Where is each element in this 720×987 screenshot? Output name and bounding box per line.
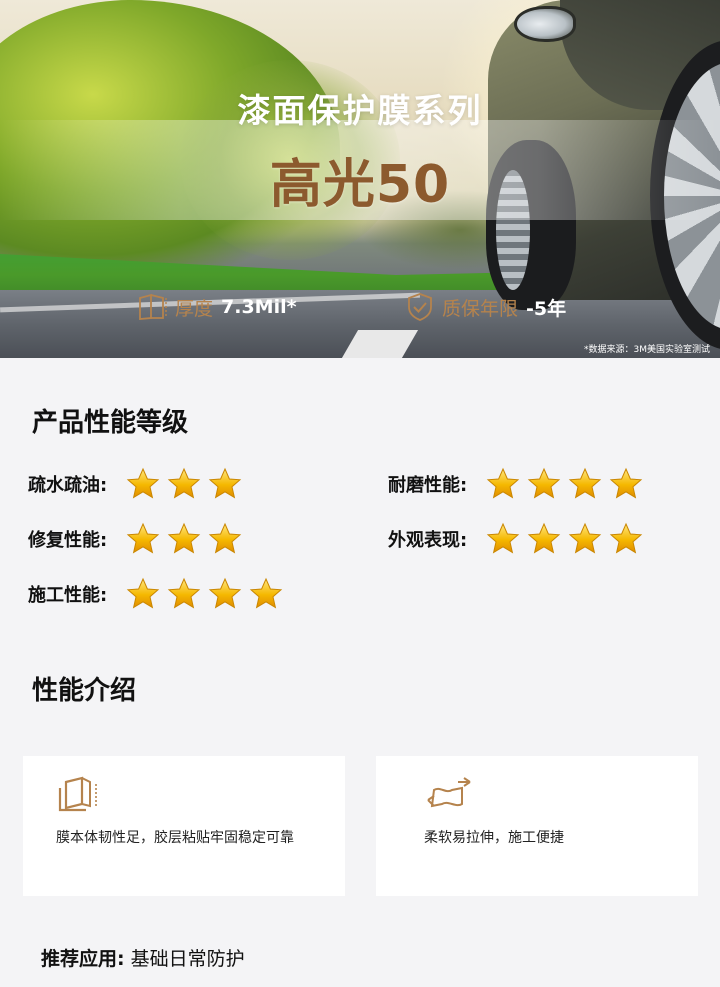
- rating-row: 修复性能:: [28, 522, 249, 556]
- star-icon: [126, 522, 160, 554]
- rating-row: 耐磨性能:: [388, 467, 650, 501]
- star-rating: [486, 522, 650, 556]
- rating-label: 修复性能:: [28, 530, 108, 551]
- star-icon: [609, 467, 643, 499]
- star-icon: [249, 577, 283, 609]
- star-icon: [126, 577, 160, 609]
- star-icon: [568, 467, 602, 499]
- star-icon: [486, 522, 520, 554]
- star-icon: [568, 522, 602, 554]
- feature-text: 柔软易拉伸，施工便捷: [424, 830, 564, 846]
- star-icon: [486, 467, 520, 499]
- warranty-spec: 质保年限 -5年: [404, 292, 566, 322]
- rating-label: 施工性能:: [28, 585, 108, 606]
- star-icon: [208, 577, 242, 609]
- star-icon: [126, 467, 160, 499]
- rating-row: 外观表现:: [388, 522, 650, 556]
- stretch-film-icon: [427, 777, 471, 808]
- star-icon: [167, 467, 201, 499]
- star-rating: [126, 522, 249, 556]
- thickness-spec: 厚度 7.3Mil*: [137, 292, 297, 322]
- star-icon: [527, 522, 561, 554]
- recommend-label: 推荐应用:: [41, 948, 125, 970]
- star-rating: [126, 467, 249, 501]
- source-note: *数据来源：3M美国实验室测试: [584, 345, 710, 355]
- star-icon: [208, 467, 242, 499]
- hero-banner: 漆面保护膜系列 高光50 厚度 7.3Mil* 质保年限 -5年 *数据来源：3…: [0, 0, 720, 358]
- recommended-application: 推荐应用: 基础日常防护: [41, 944, 245, 971]
- feature-card: 膜本体韧性足，胶层粘贴牢固稳定可靠: [23, 756, 345, 896]
- feature-text: 膜本体韧性足，胶层粘贴牢固稳定可靠: [56, 830, 294, 846]
- shield-check-icon: [408, 293, 432, 321]
- star-icon: [527, 467, 561, 499]
- thickness-value: 7.3Mil*: [221, 296, 297, 318]
- rating-row: 施工性能:: [28, 577, 290, 611]
- hero-title: 漆面保护膜系列: [237, 91, 483, 130]
- star-rating: [486, 467, 650, 501]
- star-icon: [167, 522, 201, 554]
- rating-label: 耐磨性能:: [388, 475, 468, 496]
- rating-row: 疏水疏油:: [28, 467, 249, 501]
- rating-label: 疏水疏油:: [28, 475, 108, 496]
- star-icon: [167, 577, 201, 609]
- hero-subtitle: 高光50: [269, 155, 451, 215]
- recommend-value: 基础日常防护: [124, 948, 245, 970]
- performance-section-title: 性能介绍: [32, 676, 137, 706]
- car-mirror: [514, 6, 576, 42]
- thickness-icon: [139, 293, 167, 320]
- feature-card: 柔软易拉伸，施工便捷: [376, 756, 698, 896]
- rating-section-title: 产品性能等级: [32, 408, 189, 438]
- star-icon: [609, 522, 643, 554]
- warranty-value: -5年: [526, 297, 567, 320]
- rating-label: 外观表现:: [388, 530, 468, 551]
- star-icon: [208, 522, 242, 554]
- film-layer-icon: [58, 776, 97, 812]
- warranty-label: 质保年限: [442, 297, 519, 320]
- thickness-label: 厚度: [175, 297, 214, 320]
- star-rating: [126, 577, 290, 611]
